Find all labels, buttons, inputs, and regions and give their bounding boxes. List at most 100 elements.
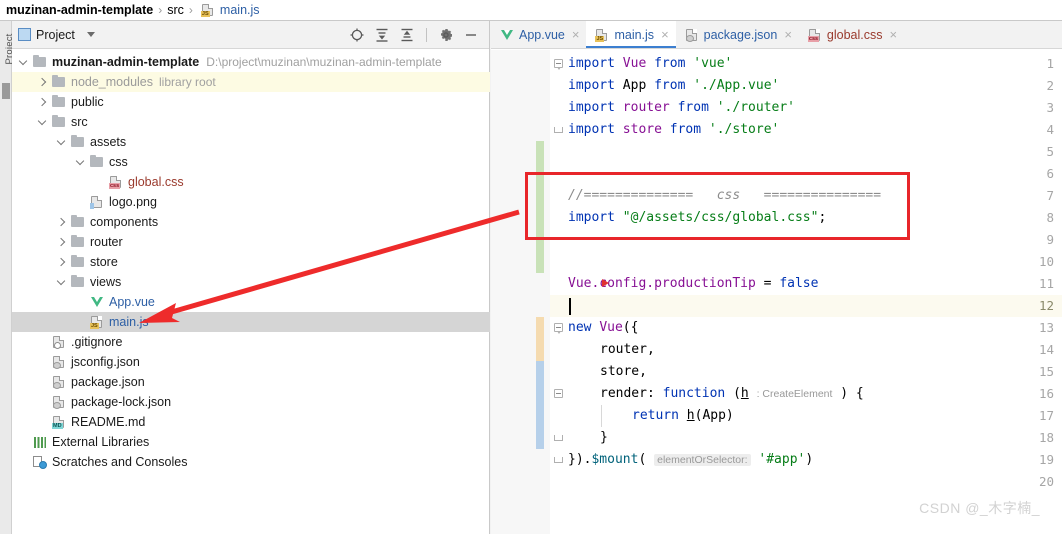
- editor-tab-main-js[interactable]: JS main.js ×: [586, 21, 676, 48]
- editor-tab-package-json[interactable]: package.json ×: [676, 21, 799, 48]
- chevron-right-icon[interactable]: [57, 237, 68, 248]
- tree-row-src[interactable]: src: [12, 112, 490, 132]
- folder-icon: [51, 114, 67, 129]
- identifier: App: [622, 78, 647, 93]
- expand-all-icon[interactable]: [374, 27, 390, 43]
- property: render: [600, 386, 647, 401]
- close-icon[interactable]: ×: [890, 28, 898, 41]
- json-file-icon: [51, 395, 67, 409]
- editor-tab-global-css[interactable]: css global.css ×: [799, 21, 904, 48]
- tree-item-label: assets: [90, 135, 127, 149]
- gear-icon[interactable]: [438, 27, 454, 43]
- tree-row-app-vue[interactable]: App.vue: [12, 292, 490, 312]
- tree-row-main-js[interactable]: JS main.js: [12, 312, 490, 332]
- tree-row-jsconfig-json[interactable]: jsconfig.json: [12, 352, 490, 372]
- tree-row-public[interactable]: public: [12, 92, 490, 112]
- tree-row-store[interactable]: store: [12, 252, 490, 272]
- collapse-all-icon[interactable]: [399, 27, 415, 43]
- breadcrumb-file[interactable]: main.js: [220, 3, 260, 17]
- code-fold-handle[interactable]: [554, 59, 563, 70]
- chevron-down-icon[interactable]: [76, 157, 87, 168]
- vue-file-icon: [499, 28, 514, 42]
- tree-row-gitignore[interactable]: .gitignore: [12, 332, 490, 352]
- code-line-8[interactable]: import "@/assets/css/global.css";: [568, 207, 826, 229]
- chevron-right-icon[interactable]: [57, 257, 68, 268]
- tree-row-muzinan-admin-template[interactable]: muzinan-admin-template D:\project\muzinan…: [12, 52, 490, 72]
- breadcrumb-folder[interactable]: src: [167, 3, 184, 17]
- code-fold-handle[interactable]: [554, 127, 563, 133]
- line-number: 20: [1038, 474, 1054, 489]
- folder-icon: [70, 134, 86, 149]
- code-line-15[interactable]: store,: [568, 361, 647, 383]
- code-fold-handle[interactable]: [554, 389, 563, 398]
- code-text: store,: [600, 364, 647, 379]
- minimize-icon[interactable]: [463, 27, 479, 43]
- tree-row-views[interactable]: views: [12, 272, 490, 292]
- tree-row-global-css[interactable]: css global.css: [12, 172, 490, 192]
- identifier: Vue: [599, 320, 623, 335]
- chevron-right-icon[interactable]: [38, 97, 49, 108]
- chevron-down-icon[interactable]: [57, 137, 68, 148]
- chevron-down-icon[interactable]: [86, 32, 95, 37]
- editor-gutter[interactable]: [491, 50, 550, 534]
- watermark: CSDN @_木字楠_: [919, 500, 1040, 516]
- tree-item-label: package-lock.json: [71, 395, 172, 409]
- project-panel-title: Project: [36, 27, 75, 42]
- code-line-7[interactable]: //============== css ===============: [568, 185, 881, 207]
- breadcrumb-project[interactable]: muzinan-admin-template: [6, 3, 153, 17]
- kw: import: [568, 210, 615, 225]
- css-file-icon: css: [807, 28, 822, 42]
- line-number: 9: [1046, 232, 1054, 247]
- tree-row-external-libraries[interactable]: External Libraries: [12, 432, 490, 452]
- code-line-18[interactable]: }: [568, 427, 608, 449]
- line-number: 19: [1038, 452, 1054, 467]
- line-number: 1: [1046, 56, 1054, 71]
- code-line-17[interactable]: return h(App): [568, 405, 734, 427]
- code-line-2[interactable]: import App from './App.vue': [568, 75, 779, 97]
- code-fold-handle[interactable]: [554, 435, 563, 441]
- chevron-right-icon[interactable]: [38, 77, 49, 88]
- tree-row-logo-png[interactable]: logo.png: [12, 192, 490, 212]
- chevron-right-icon[interactable]: [57, 217, 68, 228]
- code-line-1[interactable]: import Vue from 'vue': [568, 53, 732, 75]
- code-line-4[interactable]: import store from './store': [568, 119, 779, 141]
- chevron-down-icon[interactable]: [19, 57, 30, 68]
- code-line-14[interactable]: router,: [568, 339, 655, 361]
- line-number: 7: [1046, 188, 1054, 203]
- chevron-down-icon[interactable]: [38, 117, 49, 128]
- close-icon[interactable]: ×: [784, 28, 792, 41]
- folder-icon: [51, 94, 67, 109]
- code-line-13[interactable]: new Vue({: [568, 317, 638, 339]
- tree-row-components[interactable]: components: [12, 212, 490, 232]
- editor-tab-app-vue[interactable]: App.vue ×: [491, 21, 586, 48]
- current-line-highlight: [550, 295, 1062, 317]
- tree-row-router[interactable]: router: [12, 232, 490, 252]
- editor-tab-bar[interactable]: App.vue × JS main.js × package.json × css global…: [491, 21, 1062, 49]
- kw: new: [568, 320, 592, 335]
- code-fold-handle[interactable]: [554, 457, 563, 463]
- code-line-3[interactable]: import router from './router': [568, 97, 795, 119]
- cfg-file-icon: [51, 335, 67, 349]
- tree-row-node-modules[interactable]: node_modules library root: [12, 72, 490, 92]
- close-icon[interactable]: ×: [661, 28, 669, 41]
- project-title-group[interactable]: Project: [18, 28, 95, 42]
- tree-item-label: Scratches and Consoles: [52, 455, 188, 469]
- tree-row-package-json[interactable]: package.json: [12, 372, 490, 392]
- tree-row-readme-md[interactable]: MD README.md: [12, 412, 490, 432]
- code-line-19[interactable]: }).$mount( elementOrSelector: '#app'): [568, 449, 813, 471]
- project-file-tree[interactable]: muzinan-admin-template D:\project\muzinan…: [12, 50, 490, 534]
- locate-icon[interactable]: [349, 27, 365, 43]
- code-fold-handle[interactable]: [554, 323, 563, 334]
- punct: ;: [818, 210, 827, 225]
- tree-item-suffix: library root: [159, 75, 216, 89]
- code-editor[interactable]: 1 2 3 4 5 6 7 8 9 10 11 12 13 14 15 16 17 18 19 20 import Vu…: [491, 50, 1062, 534]
- code-line-16[interactable]: render: function (h : CreateElement ) {: [568, 383, 864, 405]
- tree-row-assets[interactable]: assets: [12, 132, 490, 152]
- close-icon[interactable]: ×: [572, 28, 580, 41]
- tree-row-package-lock-json[interactable]: package-lock.json: [12, 392, 490, 412]
- chevron-down-icon[interactable]: [57, 277, 68, 288]
- tree-row-scratches-and-consoles[interactable]: Scratches and Consoles: [12, 452, 490, 472]
- tree-row-css[interactable]: css: [12, 152, 490, 172]
